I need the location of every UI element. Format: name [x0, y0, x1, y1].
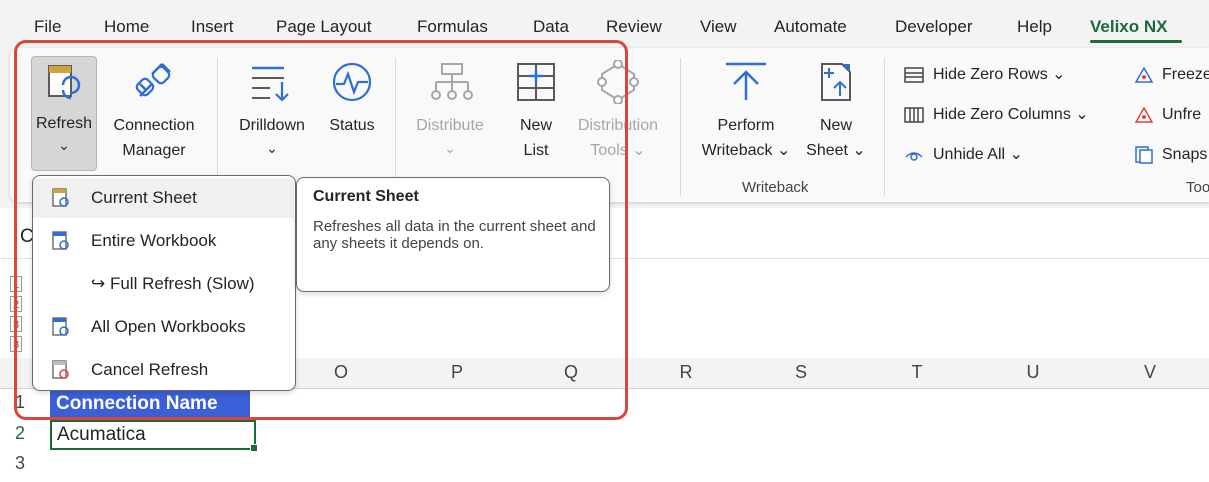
cell-a2-selected[interactable]: Acumatica [50, 420, 258, 452]
snapshot-icon [1135, 146, 1153, 164]
hide-zero-columns-label: Hide Zero Columns ⌄ [933, 106, 1089, 123]
columns-icon [904, 107, 924, 123]
tools-group-label: Too [1186, 179, 1209, 196]
ribbon-separator [884, 58, 885, 196]
tab-data[interactable]: Data [533, 17, 569, 37]
snapshot-button[interactable]: Snaps [1134, 143, 1209, 167]
cell-a2-value: Acumatica [57, 424, 146, 445]
tab-developer[interactable]: Developer [895, 17, 973, 37]
unhide-all-button[interactable]: Unhide All ⌄ [904, 143, 1114, 167]
annotation-highlight-frame [14, 40, 628, 420]
perform-writeback-line2: Writeback ⌄ [701, 142, 791, 159]
tab-velixo-nx[interactable]: Velixo NX [1090, 17, 1167, 37]
tab-formulas[interactable]: Formulas [417, 17, 488, 37]
hide-zero-rows-label: Hide Zero Rows ⌄ [933, 66, 1066, 83]
perform-writeback-line1: Perform [717, 117, 775, 134]
new-sheet-icon [821, 63, 851, 101]
new-sheet-line1: New [819, 117, 852, 134]
fill-handle[interactable] [250, 444, 258, 452]
tab-review[interactable]: Review [606, 17, 662, 37]
column-header-t[interactable]: T [902, 362, 932, 383]
active-tab-indicator [1090, 40, 1182, 43]
upload-arrow-icon [726, 62, 766, 100]
tab-automate[interactable]: Automate [774, 17, 847, 37]
unfreeze-button[interactable]: Unfre [1134, 103, 1209, 127]
column-header-s[interactable]: S [786, 362, 816, 383]
tab-insert[interactable]: Insert [191, 17, 234, 37]
tab-help[interactable]: Help [1017, 17, 1052, 37]
tab-view[interactable]: View [700, 17, 737, 37]
freeze-button[interactable]: Freeze [1134, 63, 1209, 87]
hide-zero-columns-button[interactable]: Hide Zero Columns ⌄ [904, 103, 1114, 127]
snapshot-label: Snaps [1162, 146, 1208, 163]
freeze-icon [1134, 66, 1154, 83]
freeze-label: Freeze [1162, 66, 1209, 83]
column-header-v[interactable]: V [1135, 362, 1165, 383]
menu-bar: File Home Insert Page Layout Formulas Da… [0, 0, 1209, 44]
tab-home[interactable]: Home [104, 17, 149, 37]
unfreeze-icon [1134, 106, 1154, 123]
unfreeze-label: Unfre [1162, 106, 1202, 123]
hide-zero-rows-button[interactable]: Hide Zero Rows ⌄ [904, 63, 1114, 87]
tab-file[interactable]: File [34, 17, 61, 37]
writeback-group-label: Writeback [742, 179, 809, 196]
ribbon-separator [680, 58, 681, 196]
unhide-all-label: Unhide All ⌄ [933, 146, 1023, 163]
new-sheet-button[interactable]: New Sheet ⌄ [802, 56, 870, 166]
column-header-u[interactable]: U [1018, 362, 1048, 383]
tab-page-layout[interactable]: Page Layout [276, 17, 371, 37]
row-header-2[interactable]: 2 [0, 423, 40, 444]
perform-writeback-button[interactable]: Perform Writeback ⌄ [690, 56, 802, 166]
column-header-r[interactable]: R [671, 362, 701, 383]
rows-icon [904, 67, 924, 83]
eye-icon [905, 152, 923, 161]
row-header-3[interactable]: 3 [0, 453, 40, 474]
new-sheet-line2: Sheet ⌄ [806, 142, 866, 159]
